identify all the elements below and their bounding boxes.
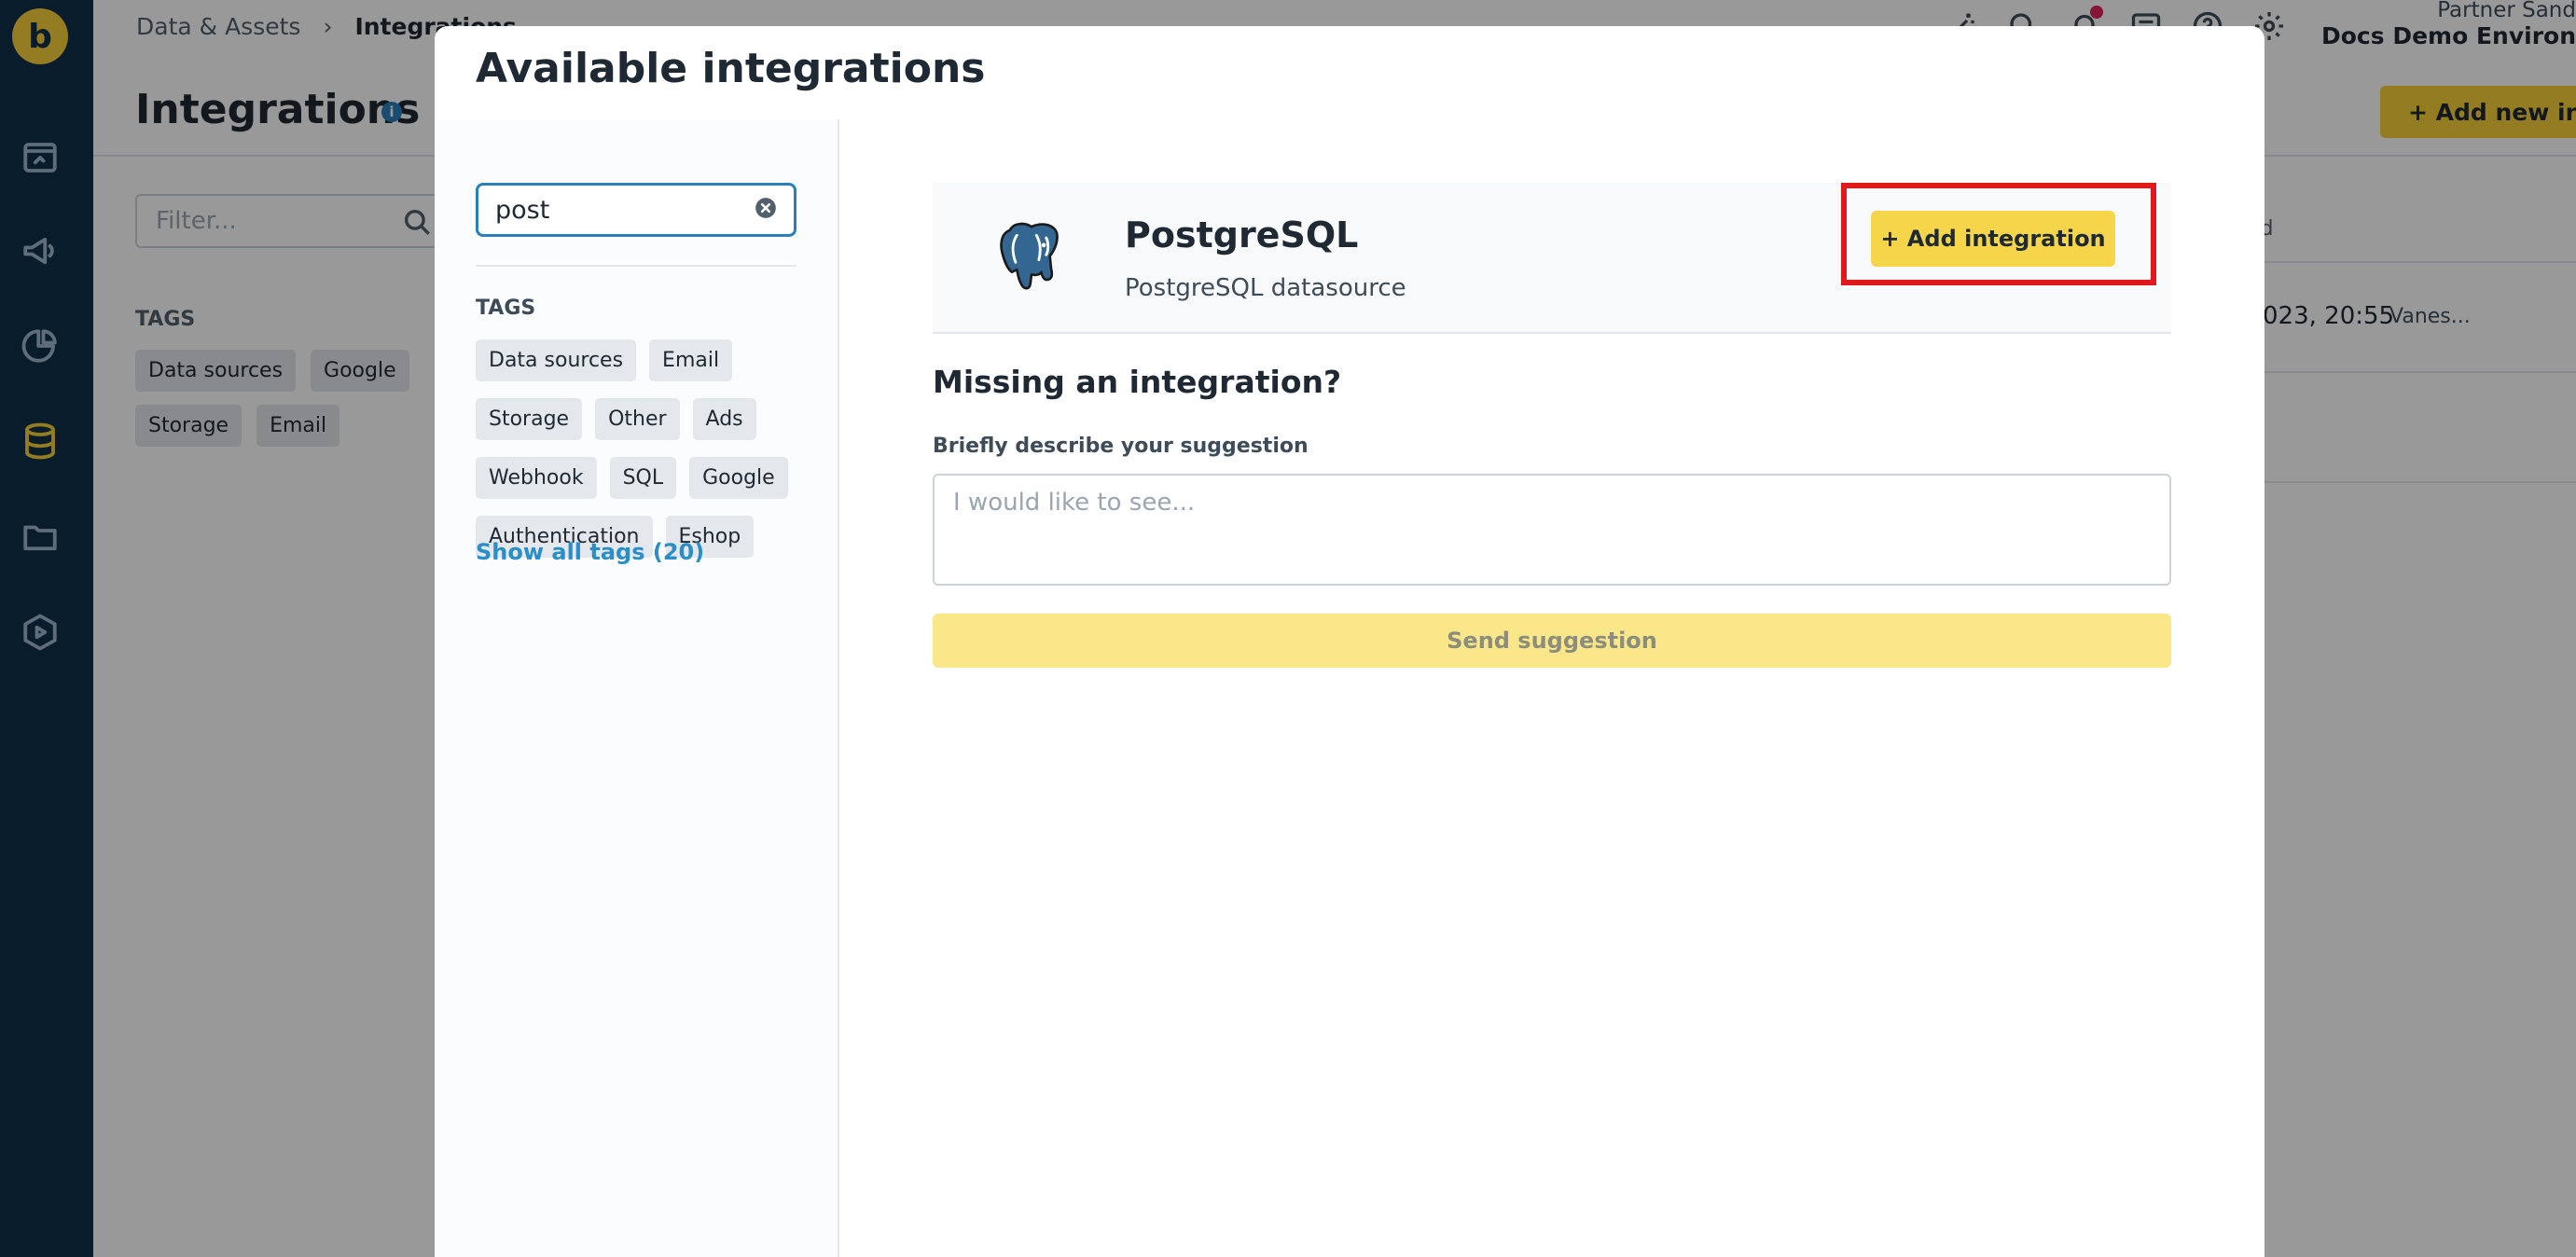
modal-content: PostgreSQL PostgreSQL datasource + Add i… (839, 119, 2264, 1257)
suggestion-textarea[interactable] (933, 474, 2171, 586)
suggestion-label: Briefly describe your suggestion (933, 435, 1309, 458)
tag-chip[interactable]: Email (649, 339, 733, 381)
missing-integration-title: Missing an integration? (933, 364, 1342, 400)
integration-search-input[interactable]: post (476, 183, 796, 237)
tag-chip[interactable]: Ads (692, 398, 756, 440)
tag-chip[interactable]: SQL (609, 457, 677, 499)
tag-chip[interactable]: Storage (476, 398, 583, 440)
tag-chip[interactable]: Other (595, 398, 680, 440)
integration-card: PostgreSQL PostgreSQL datasource + Add i… (933, 183, 2171, 334)
postgresql-elephant-icon (992, 218, 1071, 297)
add-integration-button[interactable]: + Add integration (1871, 211, 2115, 267)
tags-list: Data sources Email Storage Other Ads Web… (476, 339, 811, 558)
show-all-tags-link[interactable]: Show all tags (20) (476, 539, 704, 565)
integration-description: PostgreSQL datasource (1125, 274, 1406, 302)
available-integrations-modal: Available integrations post TAGS Data so… (435, 26, 2264, 1257)
modal-sidebar: post TAGS Data sources Email Storage Oth… (435, 119, 839, 1257)
tag-chip[interactable]: Webhook (476, 457, 597, 499)
send-suggestion-button[interactable]: Send suggestion (933, 614, 2171, 668)
divider (476, 265, 796, 267)
tag-chip[interactable]: Google (689, 457, 788, 499)
clear-search-icon[interactable] (754, 196, 778, 220)
integration-name: PostgreSQL (1125, 214, 1359, 256)
tags-label: TAGS (476, 297, 536, 320)
tag-chip[interactable]: Data sources (476, 339, 637, 381)
modal-title: Available integrations (476, 45, 986, 92)
